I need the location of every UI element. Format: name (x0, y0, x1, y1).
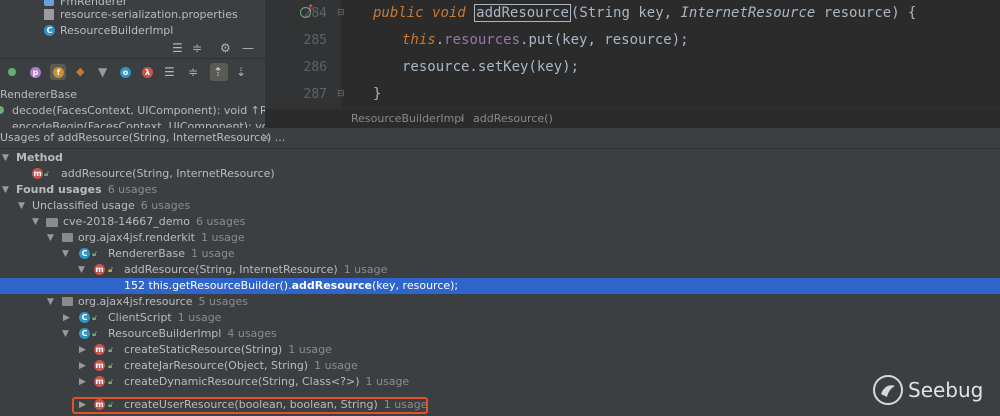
line-number: 284 (303, 6, 327, 21)
fold-icon[interactable]: ⊟ (337, 8, 345, 18)
method-icon (0, 106, 4, 114)
tree-node[interactable]: ▼ cve-2018-14667_demo 6 usages (0, 214, 1000, 230)
method-name: addResource (474, 4, 571, 22)
method-icon: m (94, 264, 105, 275)
class-icon: C (44, 25, 55, 36)
chevron-down-icon[interactable]: ▼ (62, 249, 69, 259)
tree-node[interactable]: ▶ C 🔓︎ ClientScript 1 usage (0, 310, 1000, 326)
line-number: 287 (303, 87, 327, 102)
public-icon: 🔓︎ (92, 329, 98, 338)
gear-icon[interactable]: ⚙ (220, 41, 231, 55)
tree-node[interactable]: m 🔓︎ addResource(String, InternetResourc… (0, 166, 1000, 182)
field-icon: f (53, 67, 64, 78)
public-icon: 🔓︎ (92, 313, 98, 322)
chevron-down-icon[interactable]: ▼ (2, 153, 9, 163)
chevron-right-icon[interactable]: ▶ (79, 361, 86, 371)
usage-line-selected[interactable]: 152 this.getResourceBuilder().addResourc… (0, 278, 1000, 294)
anonymous-class-icon[interactable]: o (120, 67, 131, 78)
tree-node[interactable]: ▶ m 🔓︎ createDynamicResource(String, Cla… (0, 374, 1000, 390)
public-icon: 🔓︎ (108, 345, 114, 354)
seebug-logo-icon (873, 375, 903, 405)
close-icon[interactable]: × (261, 130, 271, 144)
chevron-right-icon[interactable]: ▶ (63, 313, 70, 323)
breadcrumb-item[interactable]: addResource() (473, 112, 553, 125)
breadcrumb-item[interactable]: ResourceBuilderImpl (351, 112, 464, 125)
chevron-down-icon[interactable]: ▼ (18, 201, 25, 211)
scroll-from-source-icon[interactable]: ⇣ (236, 65, 246, 79)
tree-node[interactable]: ▶ m 🔓︎ createStaticResource(String) 1 usa… (0, 342, 1000, 358)
code-line: this.resources.put(key, resource); (402, 32, 689, 48)
line-number: 286 (303, 60, 327, 75)
collapse-all-icon[interactable]: ≑ (192, 41, 202, 55)
method-icon: m (94, 376, 105, 387)
find-usages-header: Usages of addResource(String, InternetRe… (0, 128, 1000, 149)
method-icon: m (94, 360, 105, 371)
chevron-down-icon[interactable]: ▼ (47, 297, 54, 307)
public-icon: 🔓︎ (108, 377, 114, 386)
tree-node[interactable]: ▼ C 🔓︎ RendererBase 1 usage (0, 246, 1000, 262)
sort-alpha-icon[interactable]: ≑ (188, 65, 198, 79)
hide-icon[interactable]: — (242, 41, 254, 55)
public-icon: 🔓︎ (92, 249, 98, 258)
chevron-right-icon: › (460, 112, 465, 125)
lambda-icon[interactable]: λ (142, 67, 153, 78)
package-icon (62, 233, 73, 242)
chevron-down-icon[interactable]: ▼ (2, 185, 9, 195)
up-arrow-icon: ↑ (307, 4, 315, 14)
chevron-right-icon[interactable]: ▶ (79, 377, 86, 387)
properties-file-icon (44, 9, 54, 20)
class-icon: C (79, 328, 90, 339)
inherited-icon[interactable]: ◆ (76, 65, 84, 78)
class-icon: C (79, 312, 90, 323)
code-line: resource.setKey(key); (402, 59, 580, 75)
package-icon (62, 297, 73, 306)
public-icon: 🔓︎ (108, 361, 114, 370)
tree-node[interactable]: ▼ Method (0, 150, 1000, 166)
autoscroll-icon: ⇡ (213, 65, 224, 79)
method-icon: m (32, 168, 43, 179)
class-icon: C (79, 248, 90, 259)
seebug-watermark: Seebug (872, 370, 992, 410)
public-icon: 🔓︎ (44, 169, 50, 178)
line-number: 285 (303, 33, 327, 48)
project-panel: FmRenderer resource-serialization.proper… (0, 0, 265, 128)
filter-icon[interactable]: ▼ (98, 65, 107, 79)
fold-icon[interactable]: ⊟ (337, 89, 345, 99)
tree-node[interactable]: ▶ m 🔓︎ createJarResource(Object, String)… (0, 358, 1000, 374)
module-icon (46, 218, 58, 227)
breadcrumb: ResourceBuilderImpl › addResource() (265, 108, 1000, 129)
chevron-down-icon[interactable]: ▼ (78, 265, 85, 275)
method-icon: m (94, 344, 105, 355)
code-editor[interactable]: 284 ↑ ⊟ public void addResource (String k… (265, 0, 1000, 108)
visibility-icon[interactable] (8, 68, 16, 76)
protected-icon: 🔓︎ (108, 265, 114, 274)
code-line: public void addResource (String key, Inte… (373, 4, 917, 22)
expand-all-icon[interactable]: ☰ (172, 41, 183, 55)
chevron-down-icon[interactable]: ▼ (62, 329, 69, 339)
chevron-down-icon[interactable]: ▼ (47, 233, 54, 243)
tree-node[interactable]: ▼ org.ajax4jsf.resource 5 usages (0, 294, 1000, 310)
structure-toolbar: p f ◆ ▼ o λ ☰ ≑ ⇡ ⇣ (0, 62, 265, 84)
tree-node[interactable]: ▼ C 🔓︎ ResourceBuilderImpl 4 usages (0, 326, 1000, 342)
property-icon[interactable]: p (30, 67, 41, 78)
code-line: } (373, 86, 382, 102)
find-usages-tree[interactable]: ▼ Method m 🔓︎ addResource(String, Intern… (0, 149, 1000, 416)
tree-node[interactable]: ▼ Unclassified usage 6 usages (0, 198, 1000, 214)
tree-node[interactable]: ▼ Found usages 6 usages (0, 182, 1000, 198)
tree-node[interactable]: ▼ org.ajax4jsf.renderkit 1 usage (0, 230, 1000, 246)
chevron-right-icon[interactable]: ▶ (79, 345, 86, 355)
sort-icon[interactable]: ☰ (164, 65, 175, 79)
highlight-box (72, 397, 428, 414)
tree-node[interactable]: ▼ m 🔓︎ addResource(String, InternetResou… (0, 262, 1000, 278)
chevron-down-icon[interactable]: ▼ (32, 217, 39, 227)
file-icon (44, 0, 54, 6)
